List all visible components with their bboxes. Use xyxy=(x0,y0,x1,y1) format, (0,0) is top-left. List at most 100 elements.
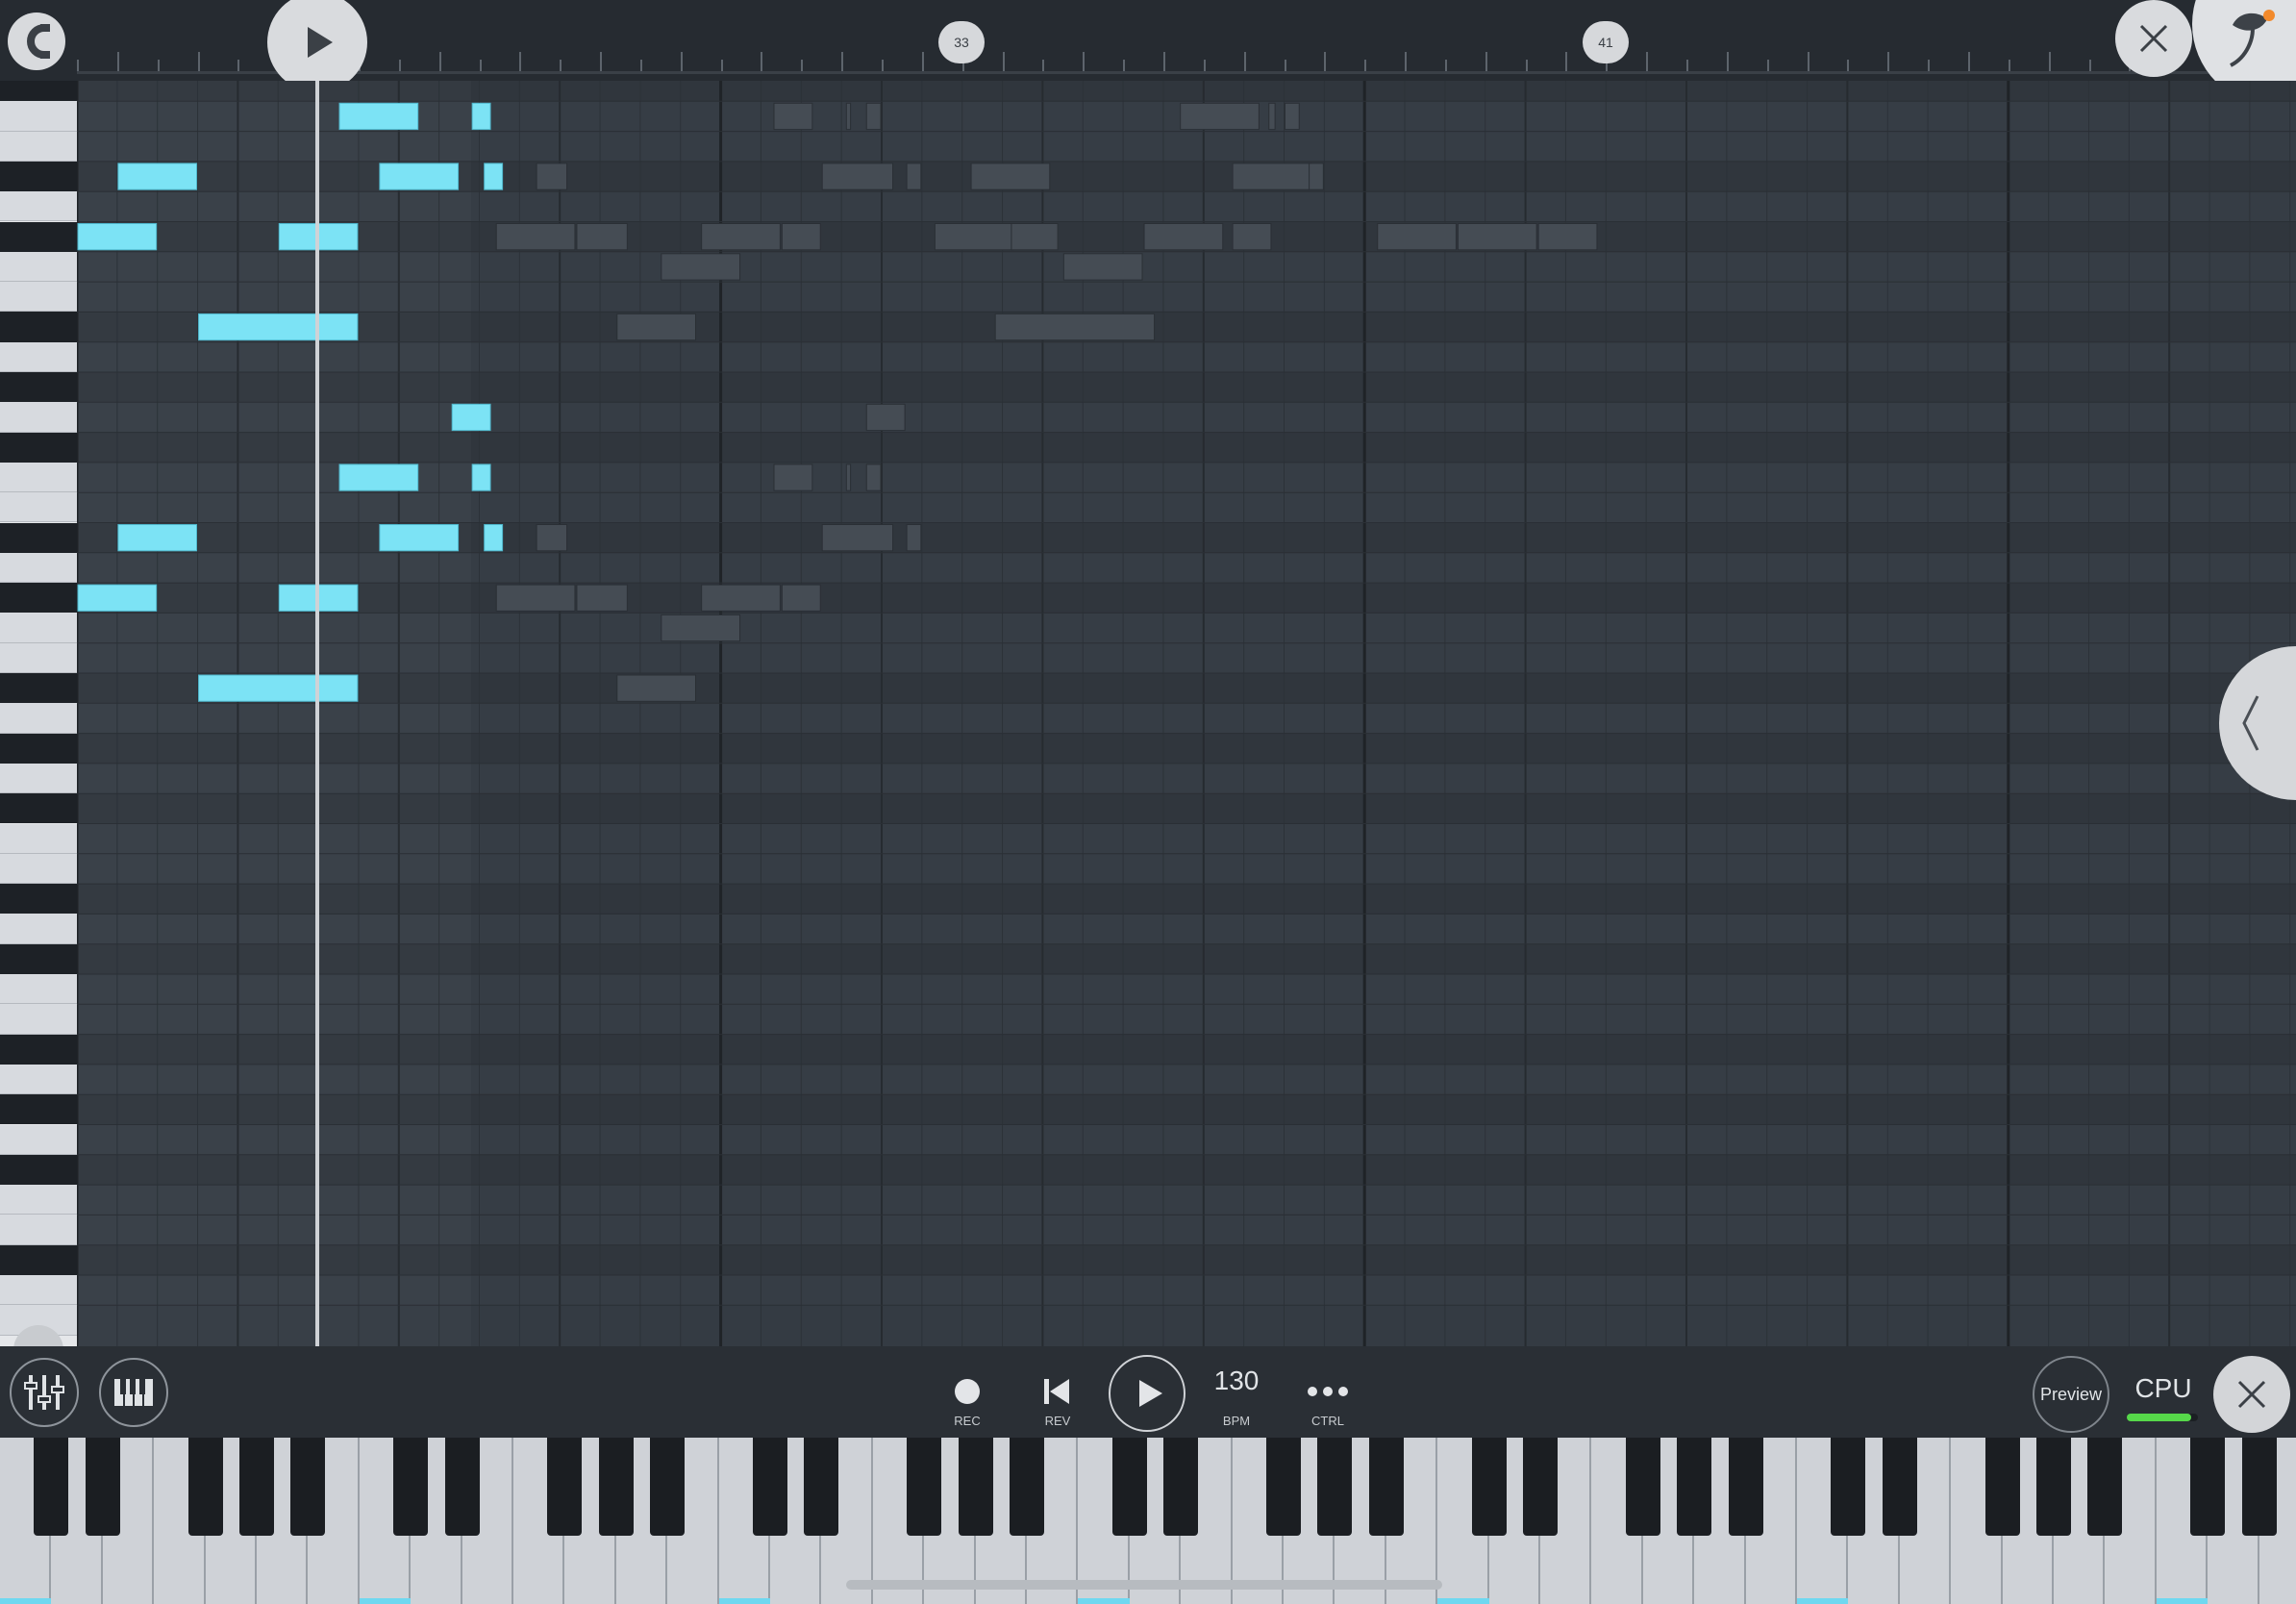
keyboard-black-key[interactable] xyxy=(650,1438,686,1536)
white-key[interactable] xyxy=(0,763,77,794)
white-key[interactable] xyxy=(0,282,77,313)
onscreen-keyboard[interactable] xyxy=(0,1438,2296,1604)
white-key[interactable] xyxy=(0,1275,77,1306)
preview-button[interactable]: Preview xyxy=(2033,1356,2109,1433)
white-key[interactable] xyxy=(0,402,77,433)
black-key[interactable] xyxy=(0,81,77,102)
keyboard-black-key[interactable] xyxy=(187,1438,223,1536)
white-key[interactable] xyxy=(0,462,77,493)
note[interactable] xyxy=(198,313,359,341)
black-key[interactable] xyxy=(0,221,77,252)
keyboard-black-key[interactable] xyxy=(1882,1438,1917,1536)
keyboard-black-key[interactable] xyxy=(1010,1438,1044,1536)
bar-marker-41[interactable]: 41 xyxy=(1583,21,1629,63)
controls-button[interactable]: CTRL xyxy=(1294,1366,1361,1433)
black-key[interactable] xyxy=(0,1034,77,1065)
keyboard-black-key[interactable] xyxy=(1111,1438,1147,1536)
note[interactable] xyxy=(484,163,504,190)
snap-magnet-button[interactable] xyxy=(8,13,65,70)
keyboard-black-key[interactable] xyxy=(444,1438,480,1536)
keyboard-black-key[interactable] xyxy=(1677,1438,1712,1536)
white-key[interactable] xyxy=(0,552,77,584)
black-key[interactable] xyxy=(0,1154,77,1186)
black-key[interactable] xyxy=(0,943,77,974)
white-key[interactable] xyxy=(0,1215,77,1245)
white-key[interactable] xyxy=(0,492,77,523)
white-key[interactable] xyxy=(0,1185,77,1216)
black-key[interactable] xyxy=(0,161,77,192)
white-key[interactable] xyxy=(0,1064,77,1095)
record-button[interactable]: REC xyxy=(938,1366,996,1433)
white-key[interactable] xyxy=(0,613,77,643)
black-key[interactable] xyxy=(0,312,77,342)
keyboard-black-key[interactable] xyxy=(1523,1438,1558,1536)
white-key[interactable] xyxy=(0,1124,77,1155)
keyboard-black-key[interactable] xyxy=(598,1438,634,1536)
white-key[interactable] xyxy=(0,1004,77,1035)
keyboard-black-key[interactable] xyxy=(1831,1438,1866,1536)
keyboard-black-key[interactable] xyxy=(2087,1438,2123,1536)
note[interactable] xyxy=(338,464,419,491)
note[interactable] xyxy=(471,464,491,491)
white-key[interactable] xyxy=(0,642,77,673)
note[interactable] xyxy=(117,163,198,190)
white-key[interactable] xyxy=(0,974,77,1005)
black-key[interactable] xyxy=(0,793,77,824)
keyboard-black-key[interactable] xyxy=(1471,1438,1507,1536)
keyboard-black-key[interactable] xyxy=(239,1438,274,1536)
keyboard-black-key[interactable] xyxy=(1163,1438,1199,1536)
keyboard-black-key[interactable] xyxy=(393,1438,429,1536)
close-keyboard-button[interactable] xyxy=(2213,1356,2290,1433)
keyboard-black-key[interactable] xyxy=(753,1438,787,1536)
keyboard-black-key[interactable] xyxy=(290,1438,326,1536)
timeline-ruler[interactable]: 33 41 xyxy=(0,0,2296,106)
side-panel-toggle-button[interactable] xyxy=(2219,646,2296,800)
white-key[interactable] xyxy=(0,131,77,162)
keyboard-black-key[interactable] xyxy=(547,1438,583,1536)
note[interactable] xyxy=(379,163,460,190)
white-key[interactable] xyxy=(0,823,77,854)
play-button[interactable] xyxy=(1109,1355,1185,1432)
black-key[interactable] xyxy=(0,1244,77,1275)
note[interactable] xyxy=(379,524,460,552)
white-key[interactable] xyxy=(0,341,77,372)
keyboard-black-key[interactable] xyxy=(1625,1438,1660,1536)
black-key[interactable] xyxy=(0,522,77,553)
note[interactable] xyxy=(77,223,158,251)
vertical-piano-keys[interactable] xyxy=(0,81,77,1346)
black-key[interactable] xyxy=(0,583,77,614)
keyboard-black-key[interactable] xyxy=(85,1438,120,1536)
white-key[interactable] xyxy=(0,251,77,283)
keyboard-black-key[interactable] xyxy=(907,1438,942,1536)
white-key[interactable] xyxy=(0,101,77,132)
note[interactable] xyxy=(451,403,491,432)
note-grid-canvas[interactable] xyxy=(77,81,2296,1346)
white-key[interactable] xyxy=(0,191,77,222)
black-key[interactable] xyxy=(0,884,77,915)
keyboard-black-key[interactable] xyxy=(1317,1438,1353,1536)
keyboard-black-key[interactable] xyxy=(804,1438,839,1536)
tempo-control[interactable]: 130 BPM xyxy=(1198,1366,1275,1433)
note[interactable] xyxy=(484,524,504,552)
playhead[interactable] xyxy=(315,81,319,1346)
black-key[interactable] xyxy=(0,432,77,463)
note[interactable] xyxy=(117,524,198,552)
note-grid[interactable] xyxy=(77,81,2296,1346)
black-key[interactable] xyxy=(0,372,77,403)
note[interactable] xyxy=(471,102,491,131)
piano-keyboard-button[interactable] xyxy=(99,1358,168,1427)
bar-marker-33[interactable]: 33 xyxy=(938,21,985,63)
note[interactable] xyxy=(77,584,158,612)
keyboard-black-key[interactable] xyxy=(1984,1438,2020,1536)
note[interactable] xyxy=(198,674,359,702)
keyboard-black-key[interactable] xyxy=(1266,1438,1301,1536)
keyboard-black-key[interactable] xyxy=(34,1438,69,1536)
white-key[interactable] xyxy=(0,853,77,885)
white-key[interactable] xyxy=(0,914,77,944)
keyboard-black-key[interactable] xyxy=(958,1438,993,1536)
close-editor-button[interactable] xyxy=(2115,0,2192,77)
black-key[interactable] xyxy=(0,733,77,764)
keyboard-black-key[interactable] xyxy=(2241,1438,2277,1536)
white-key[interactable] xyxy=(0,703,77,734)
keyboard-black-key[interactable] xyxy=(2190,1438,2226,1536)
